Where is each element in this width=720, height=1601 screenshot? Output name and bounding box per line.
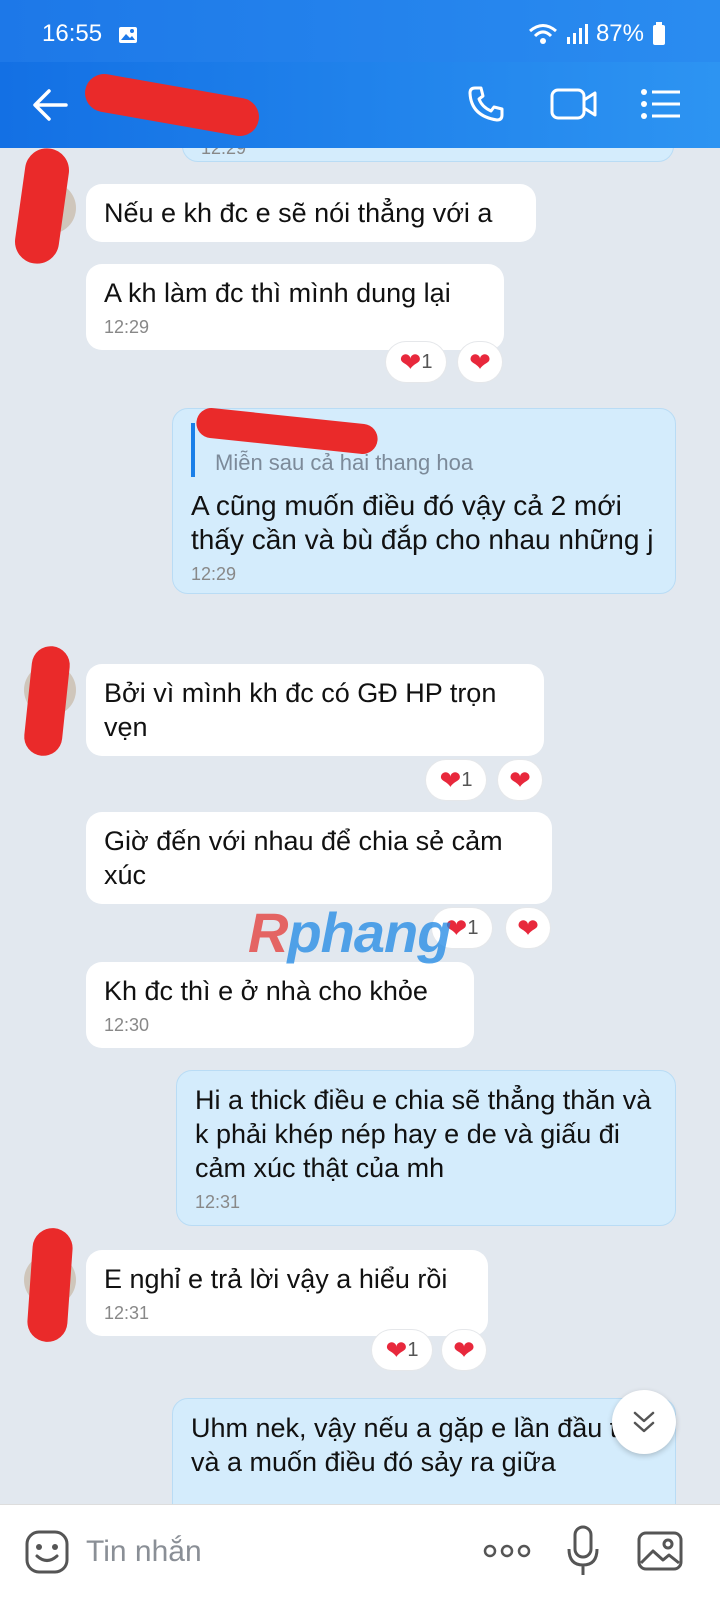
redacted-contact-name bbox=[82, 71, 262, 139]
reaction-number: 1 bbox=[461, 768, 473, 791]
chat-thread[interactable]: 12:29 Nếu e kh đc e sẽ nói thẳng với a A… bbox=[0, 148, 720, 1504]
reply-text: Miễn sau cả hai thang hoa bbox=[215, 450, 474, 475]
phone-call-icon[interactable] bbox=[466, 84, 506, 124]
double-chevron-down-icon bbox=[633, 1411, 655, 1433]
message-text: Nếu e kh đc e sẽ nói thẳng với a bbox=[104, 198, 493, 228]
reaction-count[interactable]: ❤ 1 bbox=[386, 342, 446, 382]
reaction-number: 1 bbox=[421, 350, 433, 373]
message-incoming[interactable]: Kh đc thì e ở nhà cho khỏe 12:30 bbox=[86, 962, 474, 1048]
reaction-count[interactable]: ❤ 1 bbox=[372, 1330, 432, 1370]
message-incoming[interactable]: Bởi vì mình kh đc có GĐ HP trọn vẹn bbox=[86, 664, 544, 756]
heart-icon: ❤ bbox=[469, 347, 491, 377]
reaction-number: 1 bbox=[467, 916, 479, 939]
sticker-emoji-icon[interactable] bbox=[24, 1529, 70, 1575]
message-time: 12:30 bbox=[104, 1015, 150, 1035]
more-options-icon[interactable] bbox=[482, 1543, 532, 1559]
react-button[interactable]: ❤ bbox=[506, 908, 550, 948]
heart-icon: ❤ bbox=[439, 765, 462, 795]
redacted-avatar bbox=[26, 1226, 74, 1344]
message-text: Uhm nek, vậy nếu a gặp e lần đầu tiên và… bbox=[191, 1413, 654, 1477]
message-outgoing[interactable]: Uhm nek, vậy nếu a gặp e lần đầu tiên và… bbox=[172, 1398, 676, 1504]
status-right: 87% bbox=[528, 20, 666, 48]
message-text: E nghỉ e trả lời vậy a hiểu rồi bbox=[104, 1264, 448, 1294]
heart-icon: ❤ bbox=[517, 913, 539, 943]
chat-header bbox=[0, 62, 720, 148]
message-text: A cũng muốn điều đó vậy cả 2 mới thấy cầ… bbox=[191, 490, 654, 555]
heart-icon: ❤ bbox=[385, 1335, 408, 1365]
message-incoming[interactable]: E nghỉ e trả lời vậy a hiểu rồi 12:31 bbox=[86, 1250, 488, 1336]
video-call-icon[interactable] bbox=[550, 86, 598, 122]
message-partial-top: 12:29 bbox=[182, 148, 674, 162]
scroll-to-bottom-button[interactable] bbox=[612, 1390, 676, 1454]
redacted-avatar bbox=[12, 148, 72, 267]
reaction-count[interactable]: ❤ 1 bbox=[426, 760, 486, 800]
microphone-icon[interactable] bbox=[566, 1525, 600, 1577]
message-incoming[interactable]: A kh làm đc thì mình dung lại 12:29 bbox=[86, 264, 504, 350]
message-incoming[interactable]: Nếu e kh đc e sẽ nói thẳng với a bbox=[86, 184, 536, 242]
react-button[interactable]: ❤ bbox=[458, 342, 502, 382]
watermark-logo: Rphang bbox=[248, 901, 451, 964]
heart-icon: ❤ bbox=[453, 1335, 475, 1365]
message-time: 12:29 bbox=[201, 148, 247, 158]
react-button[interactable]: ❤ bbox=[442, 1330, 486, 1370]
message-outgoing[interactable]: Hi a thick điều e chia sẽ thẳng thăn và … bbox=[176, 1070, 676, 1226]
gallery-notification-icon bbox=[119, 27, 137, 43]
image-gallery-icon[interactable] bbox=[636, 1527, 684, 1575]
message-time: 12:29 bbox=[104, 317, 150, 337]
message-input[interactable]: Tin nhắn bbox=[86, 1535, 202, 1569]
redacted-avatar bbox=[22, 644, 72, 758]
signal-icon bbox=[566, 24, 588, 44]
heart-icon: ❤ bbox=[509, 765, 531, 795]
wifi-icon bbox=[528, 24, 557, 44]
battery-icon bbox=[653, 22, 665, 45]
message-time: 12:31 bbox=[195, 1192, 241, 1212]
heart-icon: ❤ bbox=[399, 347, 422, 377]
battery-percent: 87% bbox=[595, 20, 644, 47]
message-text: Kh đc thì e ở nhà cho khỏe bbox=[104, 976, 428, 1006]
menu-list-icon[interactable] bbox=[640, 88, 682, 120]
react-button[interactable]: ❤ bbox=[498, 760, 542, 800]
message-text: Giờ đến với nhau để chia sẻ cảm xúc bbox=[104, 826, 503, 890]
back-arrow-icon[interactable] bbox=[32, 88, 68, 122]
message-time: 12:29 bbox=[191, 564, 237, 584]
status-bar: 16:55 87% bbox=[0, 0, 720, 62]
message-input-bar: Tin nhắn bbox=[0, 1504, 720, 1601]
status-time: 16:55 bbox=[42, 20, 103, 47]
message-text: A kh làm đc thì mình dung lại bbox=[104, 278, 451, 308]
message-time: 12:31 bbox=[104, 1303, 150, 1323]
message-text: Bởi vì mình kh đc có GĐ HP trọn vẹn bbox=[104, 678, 497, 742]
message-text: Hi a thick điều e chia sẽ thẳng thăn và … bbox=[195, 1085, 652, 1183]
message-incoming[interactable]: Giờ đến với nhau để chia sẻ cảm xúc bbox=[86, 812, 552, 904]
reaction-number: 1 bbox=[407, 1338, 419, 1361]
